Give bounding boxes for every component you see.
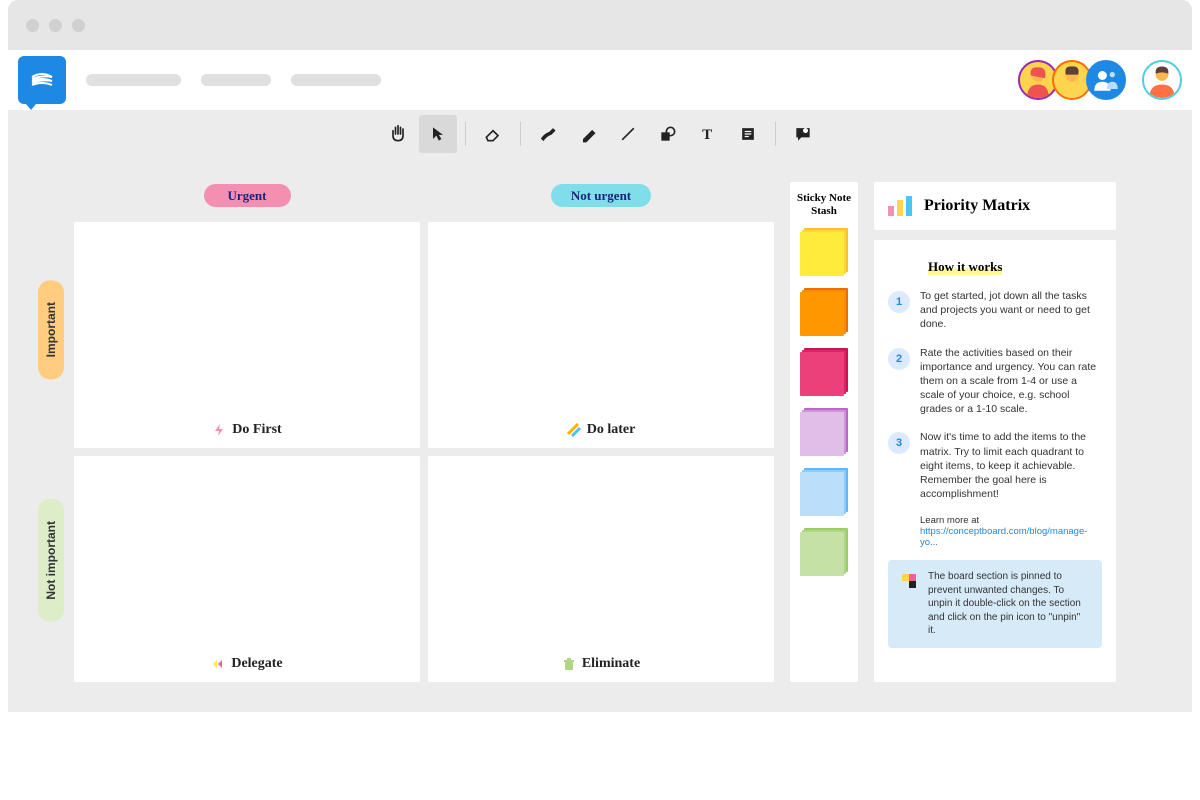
label-urgent: Urgent <box>74 182 420 210</box>
sticky-stack-blue[interactable] <box>800 468 848 518</box>
step-text: Now it's time to add the items to the ma… <box>920 430 1102 501</box>
label-not-urgent: Not urgent <box>428 182 774 210</box>
priority-matrix: Important Not important Urgent Not urgen… <box>38 182 774 682</box>
tip-box: The board section is pinned to prevent u… <box>888 560 1102 648</box>
marker-tool[interactable] <box>569 115 607 153</box>
step-2: 2 Rate the activities based on their imp… <box>888 346 1102 417</box>
canvas[interactable]: Important Not important Urgent Not urgen… <box>8 158 1192 712</box>
sticky-stack-yellow[interactable] <box>800 228 848 278</box>
tip-text: The board section is pinned to prevent u… <box>928 570 1090 638</box>
header-right <box>1018 60 1182 100</box>
sticky-stack-green[interactable] <box>800 528 848 578</box>
row-labels: Important Not important <box>38 182 64 682</box>
column-labels: Urgent Not urgent <box>74 182 774 210</box>
collaborator-avatars <box>1018 60 1126 100</box>
panel-body: How it works 1 To get started, jot down … <box>874 240 1116 682</box>
traffic-light <box>72 19 85 32</box>
user-avatar[interactable] <box>1142 60 1182 100</box>
sticky-note-stash: Sticky Note Stash <box>790 182 858 682</box>
sticky-stack-orange[interactable] <box>800 288 848 338</box>
how-it-works-title: How it works <box>928 259 1002 275</box>
step-number: 2 <box>888 348 910 370</box>
info-panel: Priority Matrix How it works 1 To get st… <box>874 182 1116 682</box>
learn-more: Learn more at https://conceptboard.com/b… <box>920 515 1102 548</box>
separator <box>465 122 466 146</box>
comment-tool[interactable] <box>784 115 822 153</box>
breadcrumb-placeholder <box>291 74 381 86</box>
step-number: 1 <box>888 291 910 313</box>
quadrant-eliminate[interactable]: Eliminate <box>428 456 774 682</box>
pin-icon <box>900 572 918 590</box>
hand-tool[interactable] <box>379 115 417 153</box>
quadrant-do-first[interactable]: Do First <box>74 222 420 448</box>
browser-chrome <box>8 0 1192 50</box>
quadrant-do-later[interactable]: Do later <box>428 222 774 448</box>
step-text: Rate the activities based on their impor… <box>920 346 1102 417</box>
stash-title: Sticky Note Stash <box>796 192 852 218</box>
toolbar: T <box>8 110 1192 158</box>
separator <box>775 122 776 146</box>
sticky-stack-pink[interactable] <box>800 348 848 398</box>
text-tool[interactable]: T <box>689 115 727 153</box>
traffic-light <box>26 19 39 32</box>
quadrant-label: Do First <box>212 422 281 438</box>
trash-icon <box>562 657 576 671</box>
quadrant-label: Eliminate <box>562 656 640 672</box>
app-logo[interactable] <box>18 56 66 104</box>
quadrant-label: Delegate <box>211 656 282 672</box>
step-number: 3 <box>888 432 910 454</box>
quadrant-label: Do later <box>567 422 636 438</box>
separator <box>520 122 521 146</box>
sticky-stack-purple[interactable] <box>800 408 848 458</box>
learn-more-link[interactable]: https://conceptboard.com/blog/manage-yo.… <box>920 526 1087 548</box>
quadrant-grid: Do First Do later Delegate Eliminate <box>74 222 774 682</box>
step-3: 3 Now it's time to add the items to the … <box>888 430 1102 501</box>
traffic-light <box>49 19 62 32</box>
breadcrumb-placeholder <box>201 74 271 86</box>
quadrant-delegate[interactable]: Delegate <box>74 456 420 682</box>
header-left <box>18 56 381 104</box>
pen-tool[interactable] <box>529 115 567 153</box>
pointer-tool[interactable] <box>419 115 457 153</box>
stripes-icon <box>567 423 581 437</box>
panel-title: Priority Matrix <box>924 197 1030 215</box>
svg-text:T: T <box>702 127 712 143</box>
line-tool[interactable] <box>609 115 647 153</box>
label-not-important: Not important <box>38 499 64 622</box>
step-text: To get started, jot down all the tasks a… <box>920 289 1102 332</box>
chart-icon <box>888 196 912 216</box>
bolt-icon <box>212 423 226 437</box>
shape-tool[interactable] <box>649 115 687 153</box>
step-1: 1 To get started, jot down all the tasks… <box>888 289 1102 332</box>
sticky-note-tool[interactable] <box>729 115 767 153</box>
panel-header: Priority Matrix <box>874 182 1116 230</box>
eraser-tool[interactable] <box>474 115 512 153</box>
label-important: Important <box>38 280 64 379</box>
app-header <box>8 50 1192 110</box>
arrows-icon <box>211 657 225 671</box>
breadcrumb-placeholder <box>86 74 181 86</box>
add-collaborator-button[interactable] <box>1086 60 1126 100</box>
